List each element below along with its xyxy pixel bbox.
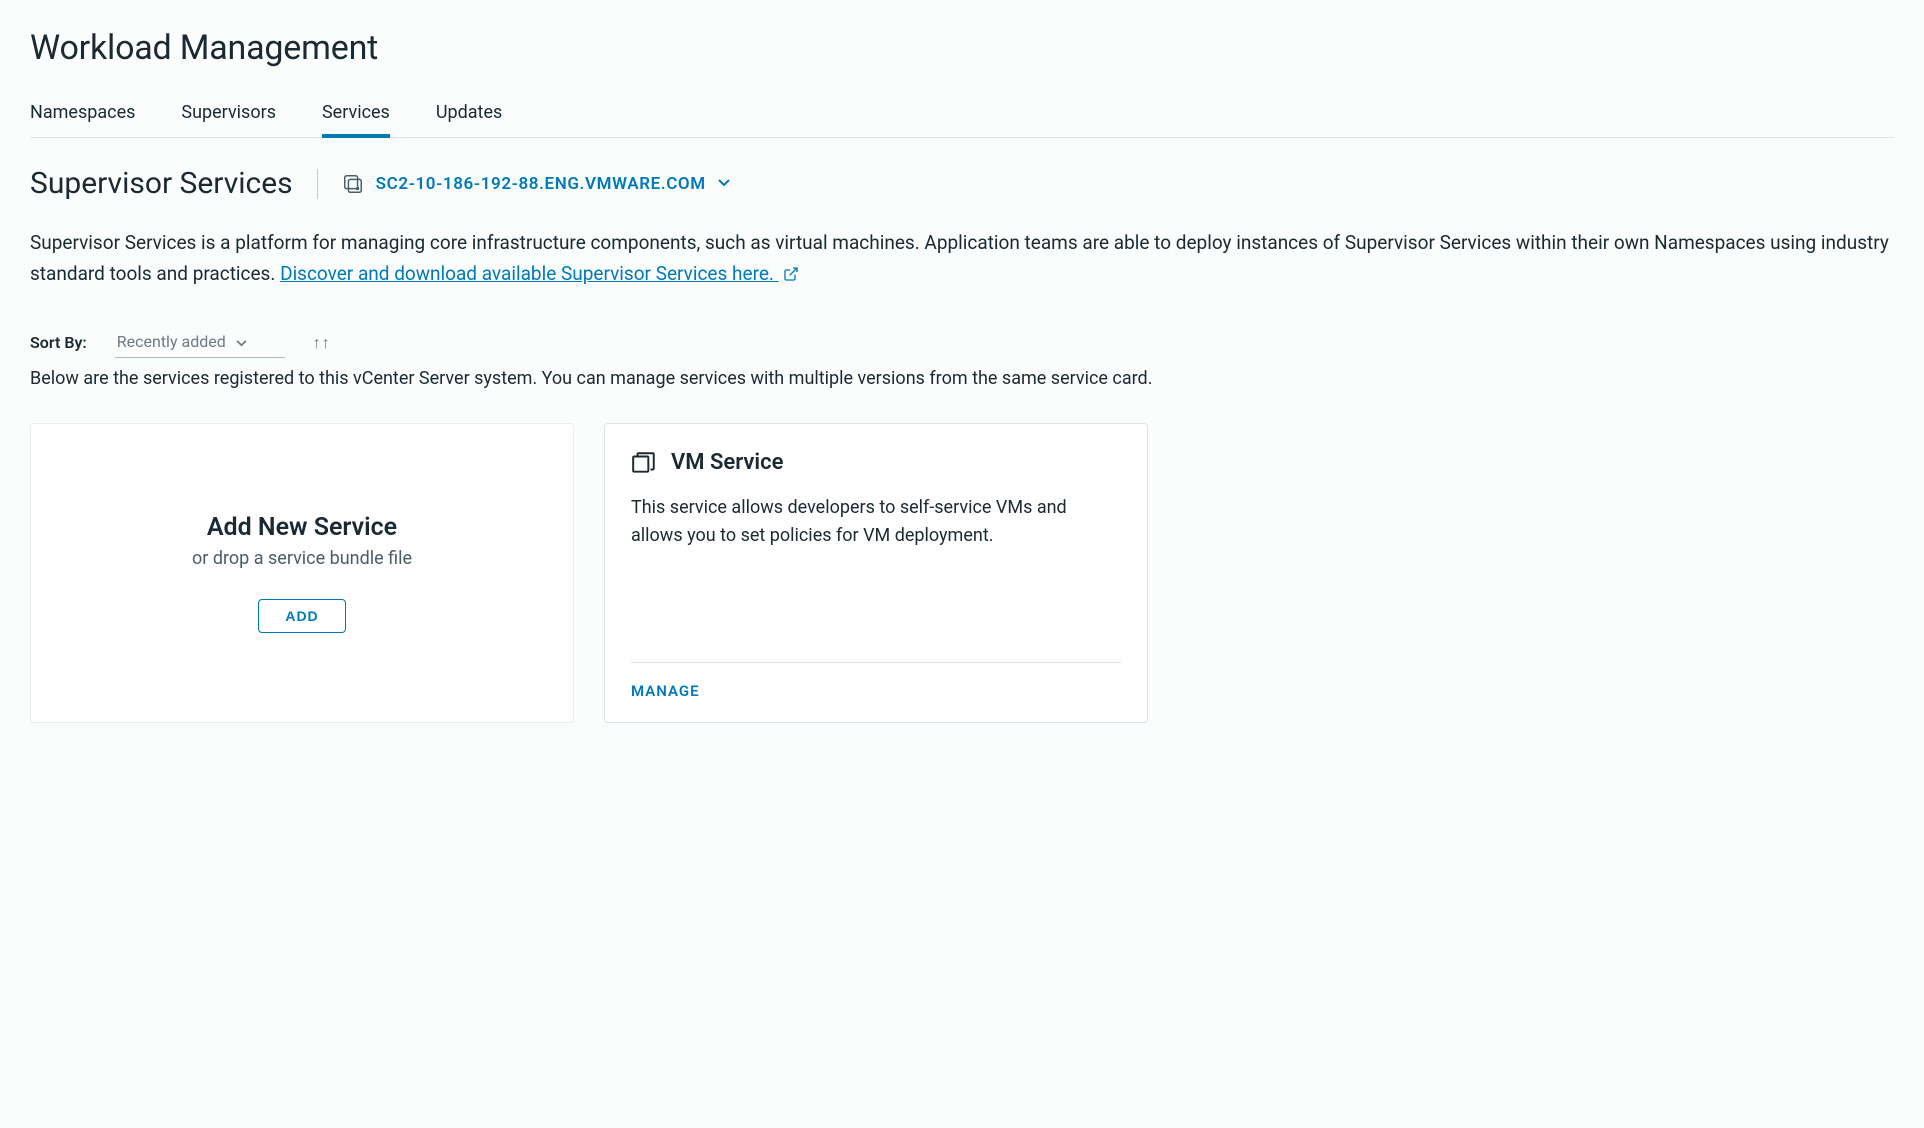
tab-updates[interactable]: Updates — [436, 96, 502, 137]
add-card-title: Add New Service — [207, 513, 397, 542]
service-card-title: VM Service — [671, 450, 783, 475]
list-note: Below are the services registered to thi… — [30, 368, 1894, 389]
sort-row: Sort By: Recently added ↑↑ — [30, 328, 1894, 358]
vcenter-label: SC2-10-186-192-88.ENG.VMWARE.COM — [376, 174, 706, 194]
subheader-title: Supervisor Services — [30, 166, 293, 201]
external-link-icon — [783, 260, 799, 291]
service-card-body: VM Service This service allows developer… — [605, 424, 1147, 662]
vcenter-dropdown[interactable]: SC2-10-186-192-88.ENG.VMWARE.COM — [342, 173, 730, 195]
cards-grid: Add New Service or drop a service bundle… — [30, 423, 1894, 723]
add-service-card[interactable]: Add New Service or drop a service bundle… — [30, 423, 574, 723]
sort-value: Recently added — [117, 332, 226, 351]
vcenter-icon — [342, 173, 364, 195]
discover-link[interactable]: Discover and download available Supervis… — [280, 262, 799, 285]
page-title: Workload Management — [30, 28, 1894, 68]
description: Supervisor Services is a platform for ma… — [30, 227, 1894, 292]
service-card: VM Service This service allows developer… — [604, 423, 1148, 723]
vm-service-icon — [631, 450, 657, 476]
subheader: Supervisor Services SC2-10-186-192-88.EN… — [30, 166, 1894, 201]
chevron-down-icon — [236, 332, 247, 351]
tab-namespaces[interactable]: Namespaces — [30, 96, 135, 137]
add-card-subtitle: or drop a service bundle file — [192, 548, 412, 569]
service-card-header: VM Service — [631, 450, 1121, 476]
sort-label: Sort By: — [30, 333, 87, 352]
sort-dropdown[interactable]: Recently added — [115, 328, 285, 358]
add-button[interactable]: ADD — [258, 599, 345, 633]
sort-direction-toggle[interactable]: ↑↑ — [313, 333, 331, 353]
service-card-footer: MANAGE — [605, 663, 1147, 722]
manage-button[interactable]: MANAGE — [631, 682, 700, 700]
tab-services[interactable]: Services — [322, 96, 390, 137]
chevron-down-icon — [718, 176, 730, 191]
tab-supervisors[interactable]: Supervisors — [181, 96, 276, 137]
service-card-description: This service allows developers to self-s… — [631, 494, 1121, 552]
tab-bar: Namespaces Supervisors Services Updates — [30, 96, 1894, 138]
divider — [317, 169, 318, 199]
